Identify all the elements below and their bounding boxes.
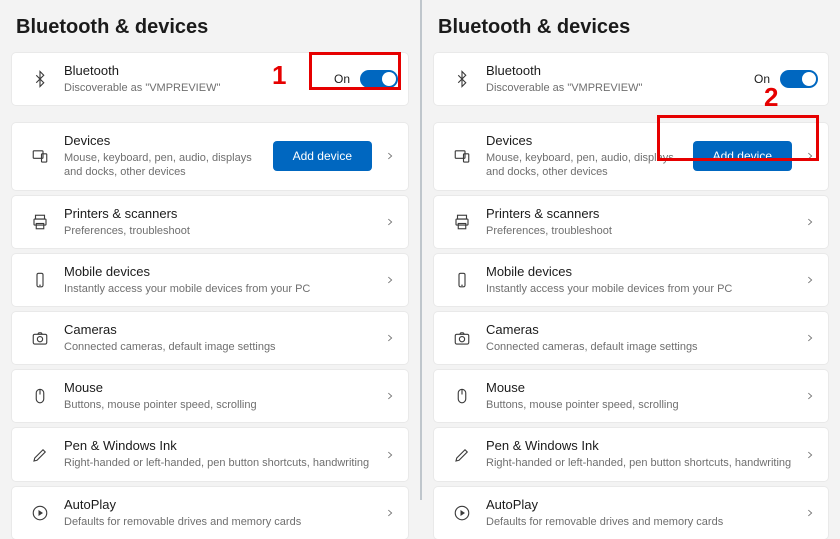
settings-item-autoplay[interactable]: AutoPlayDefaults for removable drives an… xyxy=(12,487,408,539)
bluetooth-text: Bluetooth Discoverable as "VMPREVIEW" xyxy=(64,63,334,95)
mouse-icon xyxy=(448,387,476,405)
settings-pane-step-1: Bluetooth & devices Bluetooth Discoverab… xyxy=(0,0,420,500)
add-device-button[interactable]: Add device xyxy=(273,141,372,171)
chevron-right-icon xyxy=(802,217,818,227)
settings-item-mouse[interactable]: MouseButtons, mouse pointer speed, scrol… xyxy=(434,370,828,422)
item-title: Printers & scanners xyxy=(486,206,802,223)
item-title: Mobile devices xyxy=(64,264,382,281)
item-sub: Connected cameras, default image setting… xyxy=(486,340,802,354)
item-title: Pen & Windows Ink xyxy=(64,438,382,455)
item-title: AutoPlay xyxy=(486,497,802,514)
bluetooth-toggle-label: On xyxy=(334,72,350,86)
printer-icon xyxy=(448,213,476,231)
settings-item-cameras[interactable]: CamerasConnected cameras, default image … xyxy=(12,312,408,364)
phone-icon xyxy=(448,271,476,289)
settings-item-cameras[interactable]: CamerasConnected cameras, default image … xyxy=(434,312,828,364)
devices-row[interactable]: Devices Mouse, keyboard, pen, audio, dis… xyxy=(434,123,828,189)
item-sub: Instantly access your mobile devices fro… xyxy=(64,282,382,296)
item-title: Mouse xyxy=(486,380,802,397)
chevron-right-icon xyxy=(382,275,398,285)
item-sub: Preferences, troubleshoot xyxy=(64,224,382,238)
settings-list: Printers & scannersPreferences, troubles… xyxy=(12,196,408,539)
autoplay-icon xyxy=(26,504,54,522)
settings-item-mouse[interactable]: MouseButtons, mouse pointer speed, scrol… xyxy=(12,370,408,422)
bluetooth-text: Bluetooth Discoverable as "VMPREVIEW" xyxy=(486,63,754,95)
item-title: AutoPlay xyxy=(64,497,382,514)
chevron-right-icon xyxy=(802,508,818,518)
item-title: Mobile devices xyxy=(486,264,802,281)
autoplay-icon xyxy=(448,504,476,522)
item-title: Mouse xyxy=(64,380,382,397)
chevron-right-icon xyxy=(382,151,398,161)
item-sub: Buttons, mouse pointer speed, scrolling xyxy=(486,398,802,412)
devices-row[interactable]: Devices Mouse, keyboard, pen, audio, dis… xyxy=(12,123,408,189)
settings-item-mobile-devices[interactable]: Mobile devicesInstantly access your mobi… xyxy=(434,254,828,306)
item-sub: Defaults for removable drives and memory… xyxy=(64,515,382,529)
item-sub: Preferences, troubleshoot xyxy=(486,224,802,238)
chevron-right-icon xyxy=(382,450,398,460)
settings-pane-step-2: Bluetooth & devices Bluetooth Discoverab… xyxy=(420,0,840,500)
bluetooth-sub: Discoverable as "VMPREVIEW" xyxy=(64,81,334,95)
bluetooth-toggle-label: On xyxy=(754,72,770,86)
chevron-right-icon xyxy=(802,333,818,343)
devices-sub: Mouse, keyboard, pen, audio, displays an… xyxy=(64,151,273,180)
pen-icon xyxy=(448,446,476,464)
page-title: Bluetooth & devices xyxy=(16,16,404,39)
settings-item-pen-windows-ink[interactable]: Pen & Windows InkRight-handed or left-ha… xyxy=(12,428,408,480)
item-title: Printers & scanners xyxy=(64,206,382,223)
pen-icon xyxy=(26,446,54,464)
chevron-right-icon xyxy=(802,275,818,285)
settings-item-printers-scanners[interactable]: Printers & scannersPreferences, troubles… xyxy=(12,196,408,248)
settings-item-autoplay[interactable]: AutoPlayDefaults for removable drives an… xyxy=(434,487,828,539)
settings-list: Printers & scannersPreferences, troubles… xyxy=(434,196,828,539)
devices-icon xyxy=(448,147,476,165)
item-sub: Defaults for removable drives and memory… xyxy=(486,515,802,529)
add-device-button[interactable]: Add device xyxy=(693,141,792,171)
settings-item-mobile-devices[interactable]: Mobile devicesInstantly access your mobi… xyxy=(12,254,408,306)
bluetooth-title: Bluetooth xyxy=(64,63,334,80)
chevron-right-icon xyxy=(382,217,398,227)
bluetooth-toggle[interactable] xyxy=(360,70,398,88)
printer-icon xyxy=(26,213,54,231)
chevron-right-icon xyxy=(382,391,398,401)
item-title: Pen & Windows Ink xyxy=(486,438,802,455)
item-sub: Right-handed or left-handed, pen button … xyxy=(64,456,382,470)
bluetooth-title: Bluetooth xyxy=(486,63,754,80)
item-title: Cameras xyxy=(486,322,802,339)
bluetooth-toggle[interactable] xyxy=(780,70,818,88)
page-title: Bluetooth & devices xyxy=(438,16,824,39)
settings-item-printers-scanners[interactable]: Printers & scannersPreferences, troubles… xyxy=(434,196,828,248)
chevron-right-icon xyxy=(382,333,398,343)
bluetooth-icon xyxy=(26,70,54,88)
bluetooth-icon xyxy=(448,70,476,88)
item-sub: Instantly access your mobile devices fro… xyxy=(486,282,802,296)
camera-icon xyxy=(448,329,476,347)
item-sub: Connected cameras, default image setting… xyxy=(64,340,382,354)
item-sub: Buttons, mouse pointer speed, scrolling xyxy=(64,398,382,412)
chevron-right-icon xyxy=(802,391,818,401)
devices-text: Devices Mouse, keyboard, pen, audio, dis… xyxy=(486,133,693,179)
chevron-right-icon xyxy=(802,450,818,460)
devices-title: Devices xyxy=(486,133,693,150)
settings-item-pen-windows-ink[interactable]: Pen & Windows InkRight-handed or left-ha… xyxy=(434,428,828,480)
bluetooth-row[interactable]: Bluetooth Discoverable as "VMPREVIEW" On xyxy=(434,53,828,105)
bluetooth-row[interactable]: Bluetooth Discoverable as "VMPREVIEW" On xyxy=(12,53,408,105)
devices-sub: Mouse, keyboard, pen, audio, displays an… xyxy=(486,151,693,180)
chevron-right-icon xyxy=(382,508,398,518)
camera-icon xyxy=(26,329,54,347)
devices-text: Devices Mouse, keyboard, pen, audio, dis… xyxy=(64,133,273,179)
devices-icon xyxy=(26,147,54,165)
item-sub: Right-handed or left-handed, pen button … xyxy=(486,456,802,470)
item-title: Cameras xyxy=(64,322,382,339)
bluetooth-sub: Discoverable as "VMPREVIEW" xyxy=(486,81,754,95)
devices-title: Devices xyxy=(64,133,273,150)
chevron-right-icon xyxy=(802,151,818,161)
phone-icon xyxy=(26,271,54,289)
mouse-icon xyxy=(26,387,54,405)
